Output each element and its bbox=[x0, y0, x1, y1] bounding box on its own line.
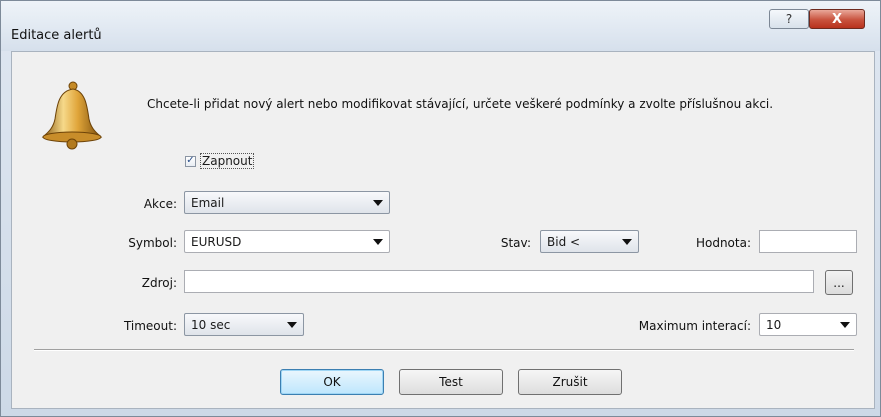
value-label: Hodnota: bbox=[695, 236, 751, 250]
chevron-down-icon bbox=[840, 322, 850, 328]
title-bar[interactable]: Editace alertů ? X bbox=[1, 1, 880, 51]
symbol-label: Symbol: bbox=[128, 236, 177, 250]
state-select-value: Bid < bbox=[547, 234, 581, 249]
max-iterations-combobox[interactable]: 10 bbox=[759, 313, 857, 336]
info-text: Chcete-li přidat nový alert nebo modifik… bbox=[147, 97, 774, 111]
symbol-value: EURUSD bbox=[191, 234, 242, 249]
symbol-combobox[interactable]: EURUSD bbox=[184, 230, 390, 253]
bell-icon bbox=[41, 81, 103, 150]
action-select[interactable]: Email bbox=[184, 191, 390, 214]
timeout-select-value: 10 sec bbox=[191, 317, 231, 332]
enable-checkbox-row[interactable]: ✓ Zapnout bbox=[185, 153, 255, 169]
chevron-down-icon bbox=[373, 239, 383, 245]
test-button[interactable]: Test bbox=[399, 369, 503, 395]
max-iterations-value: 10 bbox=[766, 317, 782, 332]
dialog-title: Editace alertů bbox=[11, 28, 102, 43]
close-button[interactable]: X bbox=[809, 9, 865, 29]
button-separator bbox=[34, 349, 854, 351]
chevron-down-icon bbox=[622, 239, 632, 245]
alert-edit-dialog: Editace alertů ? X Chcete-li přidat nový… bbox=[0, 0, 881, 417]
action-label: Akce: bbox=[143, 197, 177, 211]
enable-label[interactable]: Zapnout bbox=[200, 153, 255, 169]
source-label: Zdroj: bbox=[141, 276, 177, 290]
enable-checkbox[interactable]: ✓ bbox=[185, 155, 196, 167]
browse-button[interactable]: ... bbox=[825, 270, 853, 295]
state-select[interactable]: Bid < bbox=[540, 230, 639, 253]
chevron-down-icon bbox=[287, 322, 297, 328]
timeout-select[interactable]: 10 sec bbox=[184, 313, 304, 336]
help-button[interactable]: ? bbox=[769, 9, 809, 29]
source-input[interactable] bbox=[184, 270, 814, 293]
action-select-value: Email bbox=[191, 195, 225, 210]
ok-button[interactable]: OK bbox=[280, 369, 384, 395]
value-input[interactable] bbox=[759, 230, 857, 253]
timeout-label: Timeout: bbox=[123, 319, 177, 333]
cancel-button[interactable]: Zrušit bbox=[518, 369, 622, 395]
max-iterations-label: Maximum interací: bbox=[638, 319, 751, 333]
state-label: Stav: bbox=[500, 236, 531, 250]
chevron-down-icon bbox=[373, 200, 383, 206]
